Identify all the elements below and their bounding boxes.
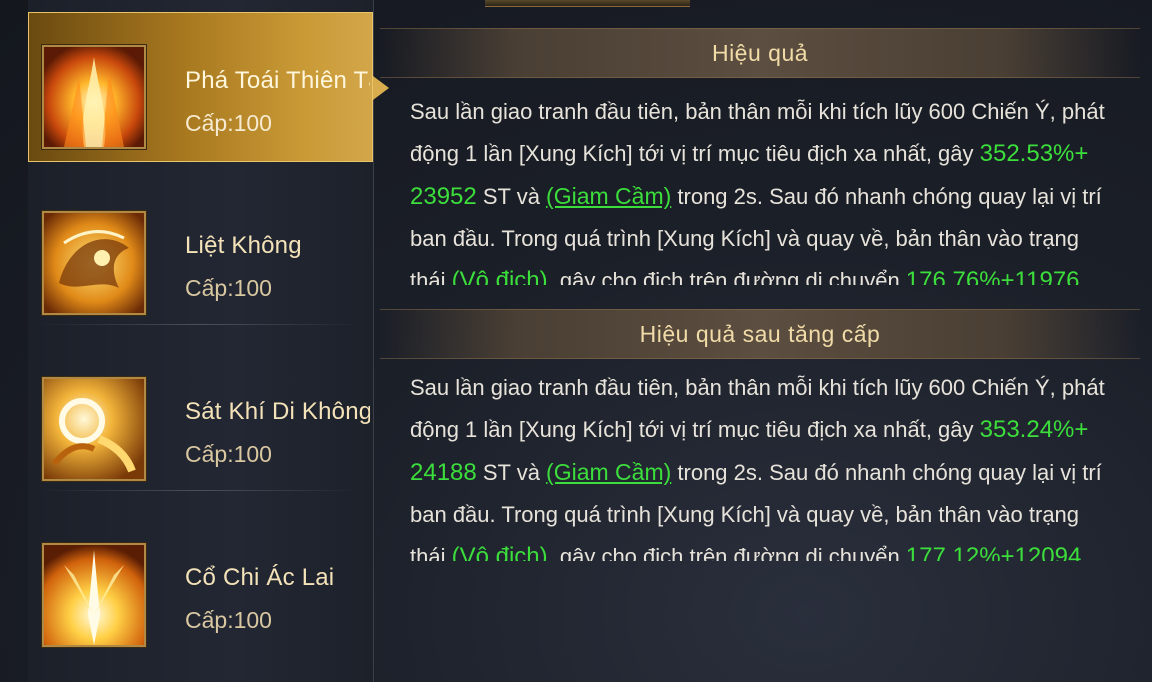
effect-text: , gây cho địch trên đường di chuyển: [547, 268, 906, 285]
invuln-link[interactable]: (Vô địch): [452, 267, 548, 285]
invuln-link[interactable]: (Vô địch): [452, 543, 548, 561]
divider: [38, 324, 363, 325]
skill-item-sat-khi[interactable]: Sát Khí Di Không Cấp:100: [28, 341, 373, 491]
effect-title: Hiệu quả: [711, 40, 809, 66]
upgrade-header: Hiệu quả sau tăng cấp: [380, 309, 1140, 359]
upgrade-title: Hiệu quả sau tăng cấp: [639, 321, 881, 347]
skill-detail-panel: Hiệu quả Sau lần giao tranh đầu tiên, bả…: [380, 28, 1152, 682]
light-burst-icon: [42, 543, 146, 647]
skill-name: Cổ Chi Ác Lai: [185, 564, 335, 591]
upgrade-description[interactable]: Sau lần giao tranh đầu tiên, bản thân mỗ…: [410, 367, 1120, 561]
effect-header: Hiệu quả: [380, 28, 1140, 78]
skill-name: Phá Toái Thiên Tạp: [185, 67, 370, 94]
skill-name: Liệt Không: [185, 232, 302, 259]
skill-level: Cấp:100: [185, 607, 272, 633]
skill-level: Cấp:100: [185, 275, 272, 301]
skill-item-pha-toai[interactable]: Phá Toái Thiên Tạp Cấp:100: [28, 12, 389, 162]
skill-item-liet-khong[interactable]: Liệt Không Cấp:100: [28, 175, 373, 325]
effect-description[interactable]: Sau lần giao tranh đầu tiên, bản thân mỗ…: [410, 91, 1120, 285]
fire-pillar-icon: [42, 45, 146, 149]
golden-swirl-icon: [42, 377, 146, 481]
skill-name: Sát Khí Di Không: [185, 398, 370, 425]
upgrade-text: , gây cho địch trên đường di chuyển: [547, 544, 906, 561]
status-link[interactable]: (Giam Cầm): [546, 183, 671, 209]
top-frame-edge: [485, 0, 690, 7]
effect-text: ST và: [476, 184, 547, 209]
upgrade-text: ST và: [476, 460, 547, 485]
skill-level: Cấp:100: [185, 441, 272, 467]
golden-beast-icon: [42, 211, 146, 315]
divider: [38, 490, 363, 491]
skill-level: Cấp:100: [185, 110, 272, 136]
skill-list: Phá Toái Thiên Tạp Cấp:100 Liệt Không C: [28, 0, 389, 682]
status-link[interactable]: (Giam Cầm): [546, 459, 671, 485]
upgrade-damage: 177.12%+12094: [905, 543, 1082, 561]
effect-damage: 176.76%+11976: [905, 267, 1080, 285]
skill-item-co-chi[interactable]: Cổ Chi Ác Lai Cấp:100: [28, 507, 373, 657]
